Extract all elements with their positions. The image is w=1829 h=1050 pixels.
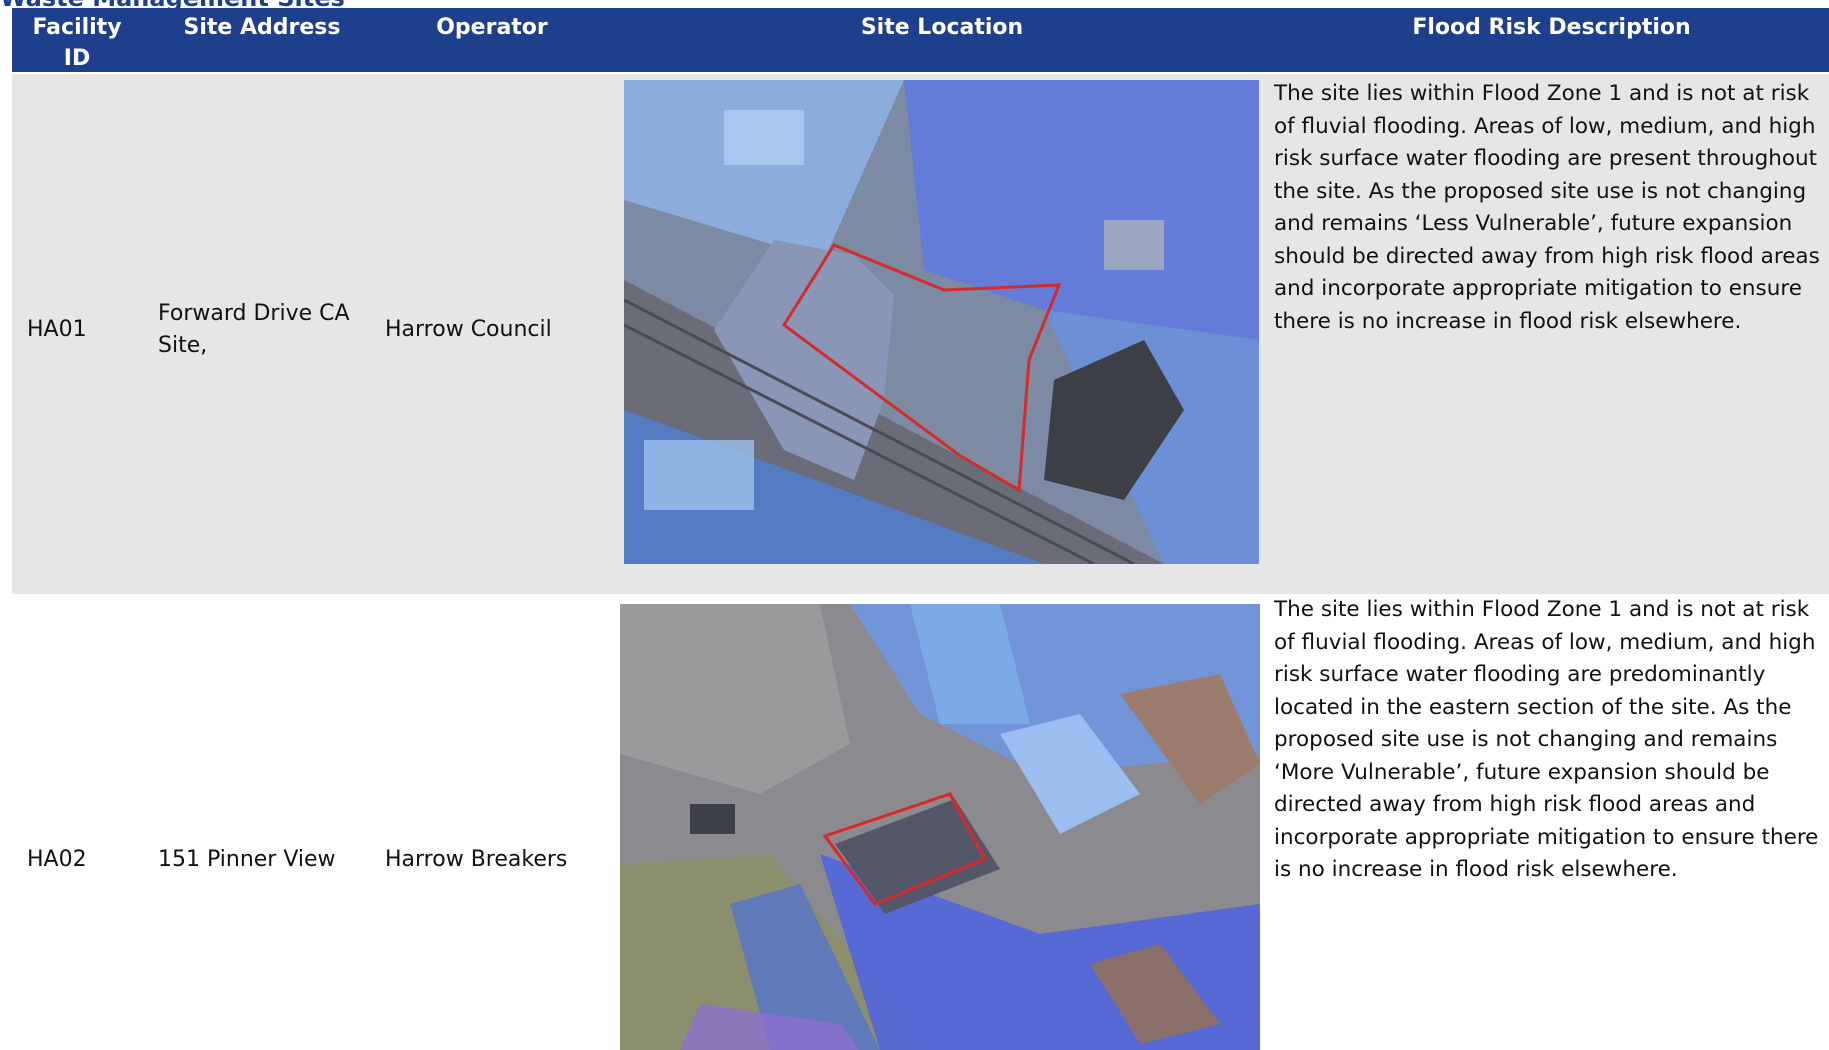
site-address: 151 Pinner View bbox=[158, 847, 336, 872]
header-flood-risk: Flood Risk Description bbox=[1412, 15, 1691, 40]
site-location-map bbox=[624, 80, 1259, 564]
page-title-fragment: Waste Management Sites bbox=[0, 0, 345, 12]
site-address: Forward Drive CA Site, bbox=[158, 301, 350, 358]
table-header: Facility ID Site Address Operator Site L… bbox=[12, 8, 1829, 72]
header-facility-id: Facility ID bbox=[32, 15, 122, 71]
facility-id: HA01 bbox=[27, 317, 87, 342]
table-row: HA02 151 Pinner View Harrow Breakers The… bbox=[12, 594, 1829, 1050]
flood-risk-description: The site lies within Flood Zone 1 and is… bbox=[1274, 597, 1819, 882]
facility-id: HA02 bbox=[27, 847, 87, 872]
site-location-map bbox=[620, 604, 1260, 1050]
header-site-location: Site Location bbox=[860, 15, 1024, 40]
operator: Harrow Council bbox=[385, 317, 552, 342]
header-site-address: Site Address bbox=[183, 15, 341, 40]
table-row: HA01 Forward Drive CA Site, Harrow Counc… bbox=[12, 74, 1829, 594]
operator: Harrow Breakers bbox=[385, 847, 568, 872]
flood-risk-description: The site lies within Flood Zone 1 and is… bbox=[1274, 81, 1820, 334]
header-operator: Operator bbox=[436, 15, 548, 40]
